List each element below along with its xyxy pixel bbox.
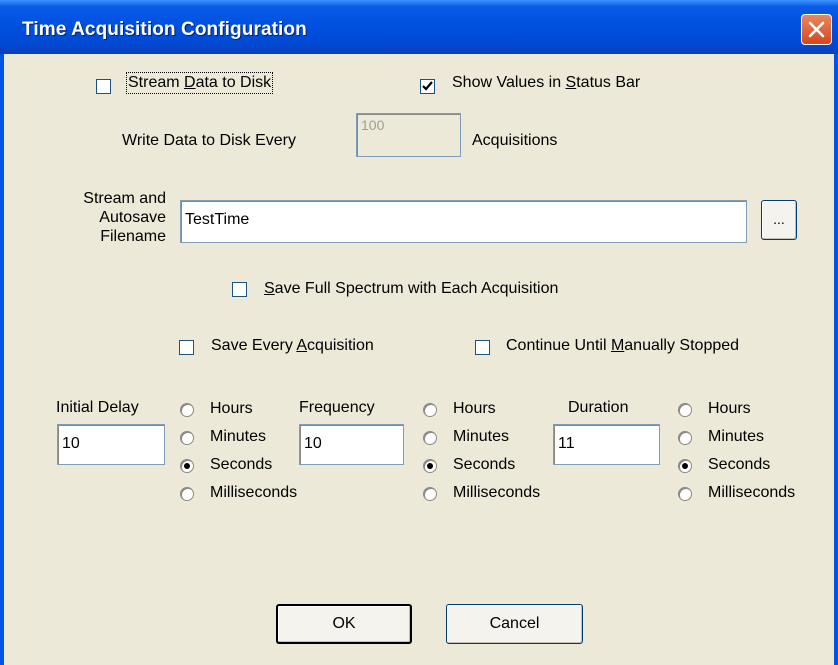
initial-delay-minutes-radio[interactable] bbox=[180, 431, 194, 445]
frequency-input[interactable]: 10 bbox=[299, 424, 404, 465]
cancel-button[interactable]: Cancel bbox=[446, 604, 583, 644]
write-every-input[interactable]: 100 bbox=[356, 113, 461, 157]
close-icon bbox=[808, 21, 825, 38]
frequency-milliseconds-label[interactable]: Milliseconds bbox=[453, 484, 540, 502]
duration-milliseconds-label[interactable]: Milliseconds bbox=[708, 484, 795, 502]
duration-input[interactable]: 11 bbox=[553, 424, 660, 465]
duration-hours-label[interactable]: Hours bbox=[708, 400, 751, 418]
continue-until-stopped-label[interactable]: Continue Until Manually Stopped bbox=[506, 337, 739, 355]
acquisitions-label: Acquisitions bbox=[472, 132, 558, 149]
frequency-minutes-label[interactable]: Minutes bbox=[453, 428, 509, 446]
stream-data-to-disk-label[interactable]: Stream Data to Disk bbox=[125, 72, 274, 94]
browse-button[interactable]: ... bbox=[761, 200, 797, 240]
frequency-milliseconds-radio[interactable] bbox=[423, 487, 437, 501]
show-values-status-bar-checkbox[interactable] bbox=[420, 79, 435, 94]
write-every-label: Write Data to Disk Every bbox=[122, 132, 296, 149]
save-every-acquisition-checkbox[interactable] bbox=[179, 340, 194, 355]
ok-button[interactable]: OK bbox=[276, 604, 412, 644]
window-title: Time Acquisition Configuration bbox=[22, 19, 307, 40]
frequency-hours-label[interactable]: Hours bbox=[453, 400, 496, 418]
initial-delay-seconds-label[interactable]: Seconds bbox=[210, 456, 272, 474]
continue-until-stopped-checkbox[interactable] bbox=[475, 340, 490, 355]
show-values-status-bar-label[interactable]: Show Values in Status Bar bbox=[452, 74, 640, 92]
initial-delay-hours-label[interactable]: Hours bbox=[210, 400, 253, 418]
dialog-window: Time Acquisition Configuration Stream Da… bbox=[0, 0, 838, 665]
initial-delay-label: Initial Delay bbox=[56, 399, 139, 416]
duration-hours-radio[interactable] bbox=[678, 403, 692, 417]
filename-label: Stream and Autosave Filename bbox=[83, 190, 166, 245]
frequency-seconds-radio[interactable] bbox=[423, 459, 437, 473]
duration-seconds-label[interactable]: Seconds bbox=[708, 456, 770, 474]
save-full-spectrum-label[interactable]: Save Full Spectrum with Each Acquisition bbox=[264, 280, 558, 298]
duration-minutes-radio[interactable] bbox=[678, 431, 692, 445]
frequency-label: Frequency bbox=[299, 399, 375, 416]
save-every-acquisition-label[interactable]: Save Every Acquisition bbox=[211, 337, 374, 355]
title-bar[interactable]: Time Acquisition Configuration bbox=[0, 0, 838, 54]
filename-input[interactable]: TestTime bbox=[180, 200, 747, 243]
checkmark-icon bbox=[422, 81, 433, 91]
duration-milliseconds-radio[interactable] bbox=[678, 487, 692, 501]
close-button[interactable] bbox=[801, 14, 832, 45]
initial-delay-hours-radio[interactable] bbox=[180, 403, 194, 417]
duration-minutes-label[interactable]: Minutes bbox=[708, 428, 764, 446]
dialog-body: Stream Data to Disk Show Values in Statu… bbox=[4, 54, 834, 665]
frequency-hours-radio[interactable] bbox=[423, 403, 437, 417]
frequency-minutes-radio[interactable] bbox=[423, 431, 437, 445]
initial-delay-milliseconds-radio[interactable] bbox=[180, 487, 194, 501]
stream-data-to-disk-checkbox[interactable] bbox=[96, 79, 111, 94]
initial-delay-minutes-label[interactable]: Minutes bbox=[210, 428, 266, 446]
initial-delay-seconds-radio[interactable] bbox=[180, 459, 194, 473]
save-full-spectrum-checkbox[interactable] bbox=[232, 282, 247, 297]
frequency-seconds-label[interactable]: Seconds bbox=[453, 456, 515, 474]
duration-seconds-radio[interactable] bbox=[678, 459, 692, 473]
duration-label: Duration bbox=[568, 399, 629, 416]
initial-delay-input[interactable]: 10 bbox=[57, 424, 165, 465]
initial-delay-milliseconds-label[interactable]: Milliseconds bbox=[210, 484, 297, 502]
